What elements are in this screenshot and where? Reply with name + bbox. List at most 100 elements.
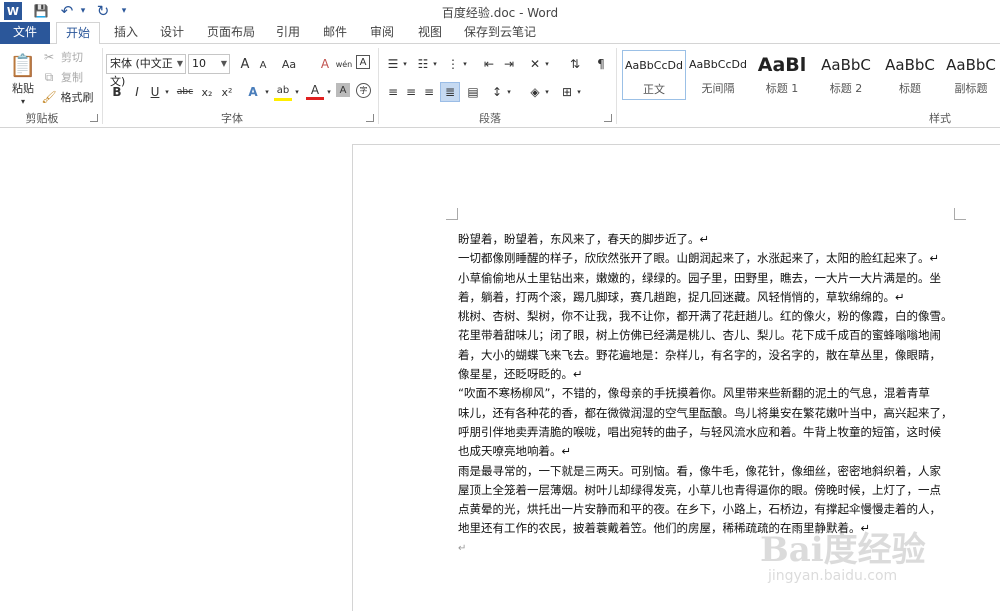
document-line: 桃树、杏树、梨树，你不让我，我不让你，都开满了花赶趟儿。红的像火，粉的像霞，白的… xyxy=(458,309,953,324)
style-heading-1[interactable]: AaBl 标题 1 xyxy=(750,50,814,100)
style-sample: AaBl xyxy=(757,54,807,76)
copy-button[interactable]: 复制 xyxy=(58,70,86,84)
borders-dropdown-icon[interactable]: ▾ xyxy=(574,83,584,101)
group-separator xyxy=(616,48,617,124)
style-normal[interactable]: AaBbCcDd 正文 xyxy=(622,50,686,100)
document-line: 像星星，还眨呀眨的。↵ xyxy=(458,367,583,382)
paragraph-launcher[interactable] xyxy=(604,114,612,122)
decrease-indent-icon[interactable]: ⇤ xyxy=(480,55,498,73)
document-body[interactable]: 盼望着，盼望着，东风来了，春天的脚步近了。↵ 一切都像刚睡醒的样子，欣欣然张开了… xyxy=(458,230,956,558)
text-effects-icon[interactable]: A xyxy=(244,83,262,101)
document-line: “吹面不寒杨柳风”，不错的，像母亲的手抚摸着你。风里带来些新翻的泥土的气息，混着… xyxy=(458,386,930,401)
style-subtitle[interactable]: AaBbC 副标题 xyxy=(942,50,1000,100)
highlight-icon[interactable]: ab xyxy=(274,83,292,101)
bold-icon[interactable]: B xyxy=(108,83,126,101)
document-line: 花里带着甜味儿；闭了眼，树上仿佛已经满是桃儿、杏儿、梨儿。花下成千成百的蜜蜂嗡嗡… xyxy=(458,328,941,343)
shrink-font-icon[interactable]: A xyxy=(254,56,272,74)
style-sample: AaBbC xyxy=(946,56,996,74)
character-shading-icon[interactable]: A xyxy=(336,83,350,97)
style-name: 副标题 xyxy=(954,82,988,95)
clipboard-launcher[interactable] xyxy=(90,114,98,122)
title-bar: W 💾 ↶ ▾ ↻ ▾ 百度经验.doc - Word xyxy=(0,0,1000,22)
justify-icon[interactable]: ≣ xyxy=(440,82,460,102)
subscript-icon[interactable]: x₂ xyxy=(198,83,216,101)
tab-mailings[interactable]: 邮件 xyxy=(318,22,352,44)
document-line: 着，躺着，打两个滚，踢几脚球，赛几趟跑，捉几回迷藏。风轻悄悄的，草软绵绵的。↵ xyxy=(458,289,905,304)
style-no-spacing[interactable]: AaBbCcDd 无间隔 xyxy=(686,50,750,100)
style-name: 正文 xyxy=(643,83,665,96)
shading-dropdown-icon[interactable]: ▾ xyxy=(542,83,552,101)
tab-review[interactable]: 审阅 xyxy=(364,22,400,44)
numbering-dropdown-icon[interactable]: ▾ xyxy=(430,55,440,73)
chinese-layout-dropdown-icon[interactable]: ▾ xyxy=(542,55,552,73)
chevron-down-icon: ▼ xyxy=(220,59,227,68)
align-right-icon[interactable]: ≡ xyxy=(420,83,438,101)
style-name: 标题 xyxy=(899,82,921,95)
increase-indent-icon[interactable]: ⇥ xyxy=(500,55,518,73)
tab-references[interactable]: 引用 xyxy=(272,22,304,44)
paragraph-group-label: 段落 xyxy=(479,112,501,125)
highlight-dropdown-icon[interactable]: ▾ xyxy=(292,83,302,101)
font-size-combo[interactable]: 10 ▼ xyxy=(188,54,230,74)
format-painter-button[interactable]: 格式刷 xyxy=(58,90,96,104)
style-name: 标题 2 xyxy=(829,82,863,95)
grow-font-icon[interactable]: A xyxy=(236,55,254,73)
show-marks-icon[interactable]: ¶ xyxy=(592,55,610,73)
style-sample: AaBbCcDd xyxy=(689,58,747,71)
tab-insert[interactable]: 插入 xyxy=(108,22,144,44)
style-name: 无间隔 xyxy=(701,82,735,95)
distributed-icon[interactable]: ▤ xyxy=(464,83,482,101)
document-line: 呼朋引伴地卖弄清脆的喉咙，唱出宛转的曲子，与轻风流水应和着。牛背上牧童的短笛，这… xyxy=(458,424,941,439)
group-separator xyxy=(102,48,103,124)
clear-formatting-icon[interactable]: A xyxy=(316,55,334,73)
format-painter-icon: 🖌 xyxy=(41,90,57,104)
enclose-characters-icon[interactable]: 字 xyxy=(356,83,371,98)
change-case-button[interactable]: Aa xyxy=(276,55,302,73)
styles-group-label: 样式 xyxy=(929,112,951,125)
tab-design[interactable]: 设计 xyxy=(154,22,190,44)
tab-save-to-cloud-notes[interactable]: 保存到云笔记 xyxy=(460,22,540,44)
style-title[interactable]: AaBbC 标题 xyxy=(878,50,942,100)
style-sample: AaBbC xyxy=(821,56,871,74)
align-center-icon[interactable]: ≡ xyxy=(402,83,420,101)
font-color-dropdown-icon[interactable]: ▾ xyxy=(324,83,334,101)
italic-icon[interactable]: I xyxy=(128,83,146,101)
tab-file[interactable]: 文件 xyxy=(0,22,50,44)
baidu-logo-watermark: Bai度经验 xyxy=(760,530,926,570)
cut-button[interactable]: 剪切 xyxy=(58,50,86,64)
document-line: 点黄晕的光，烘托出一片安静而和平的夜。在乡下，小路上，石桥边，有撑起伞慢慢走着的… xyxy=(458,502,941,517)
tab-page-layout[interactable]: 页面布局 xyxy=(202,22,260,44)
font-color-icon[interactable]: A xyxy=(306,83,324,100)
underline-dropdown-icon[interactable]: ▾ xyxy=(162,83,172,101)
paste-icon[interactable]: 📋 xyxy=(9,52,36,80)
copy-icon: ⧉ xyxy=(44,69,54,84)
align-left-icon[interactable]: ≡ xyxy=(384,83,402,101)
multilevel-list-dropdown-icon[interactable]: ▾ xyxy=(460,55,470,73)
phonetic-guide-icon[interactable]: wén xyxy=(334,55,354,73)
font-size-value: 10 xyxy=(192,57,206,70)
bullets-dropdown-icon[interactable]: ▾ xyxy=(400,55,410,73)
style-name: 标题 1 xyxy=(765,82,799,95)
document-line: 也成天嘹亮地响着。↵ xyxy=(458,444,572,459)
ribbon-tabs: 文件 开始 插入 设计 页面布局 引用 邮件 审阅 视图 保存到云笔记 xyxy=(0,22,1000,45)
style-sample: AaBbCcDd xyxy=(625,59,683,72)
font-launcher[interactable] xyxy=(366,114,374,122)
font-group-label: 字体 xyxy=(221,112,243,125)
document-line: 雨是最寻常的，一下就是三两天。可别恼。看，像牛毛，像花针，像细丝，密密地斜织着，… xyxy=(458,463,941,478)
clipboard-group-label: 剪贴板 xyxy=(25,112,59,125)
watermark-url: jingyan.baidu.com xyxy=(768,568,898,584)
tab-home[interactable]: 开始 xyxy=(56,22,100,45)
superscript-icon[interactable]: x² xyxy=(218,83,236,101)
sort-icon[interactable]: ⇅ xyxy=(566,55,584,73)
strikethrough-icon[interactable]: abc xyxy=(174,83,196,101)
ribbon: 📋 粘贴 ▾ ✂ 剪切 ⧉ 复制 🖌 格式刷 剪贴板 宋体 (中文正文) ▼ 1… xyxy=(0,44,1000,128)
paste-button[interactable]: 粘贴 xyxy=(8,80,38,96)
font-name-combo[interactable]: 宋体 (中文正文) ▼ xyxy=(106,54,186,88)
chevron-down-icon: ▼ xyxy=(176,59,183,68)
style-heading-2[interactable]: AaBbC 标题 2 xyxy=(814,50,878,100)
text-effects-dropdown-icon[interactable]: ▾ xyxy=(262,83,272,101)
tab-view[interactable]: 视图 xyxy=(412,22,448,44)
line-spacing-dropdown-icon[interactable]: ▾ xyxy=(504,83,514,101)
character-border-icon[interactable]: A xyxy=(356,55,370,69)
paste-dropdown-icon[interactable]: ▾ xyxy=(16,96,30,106)
